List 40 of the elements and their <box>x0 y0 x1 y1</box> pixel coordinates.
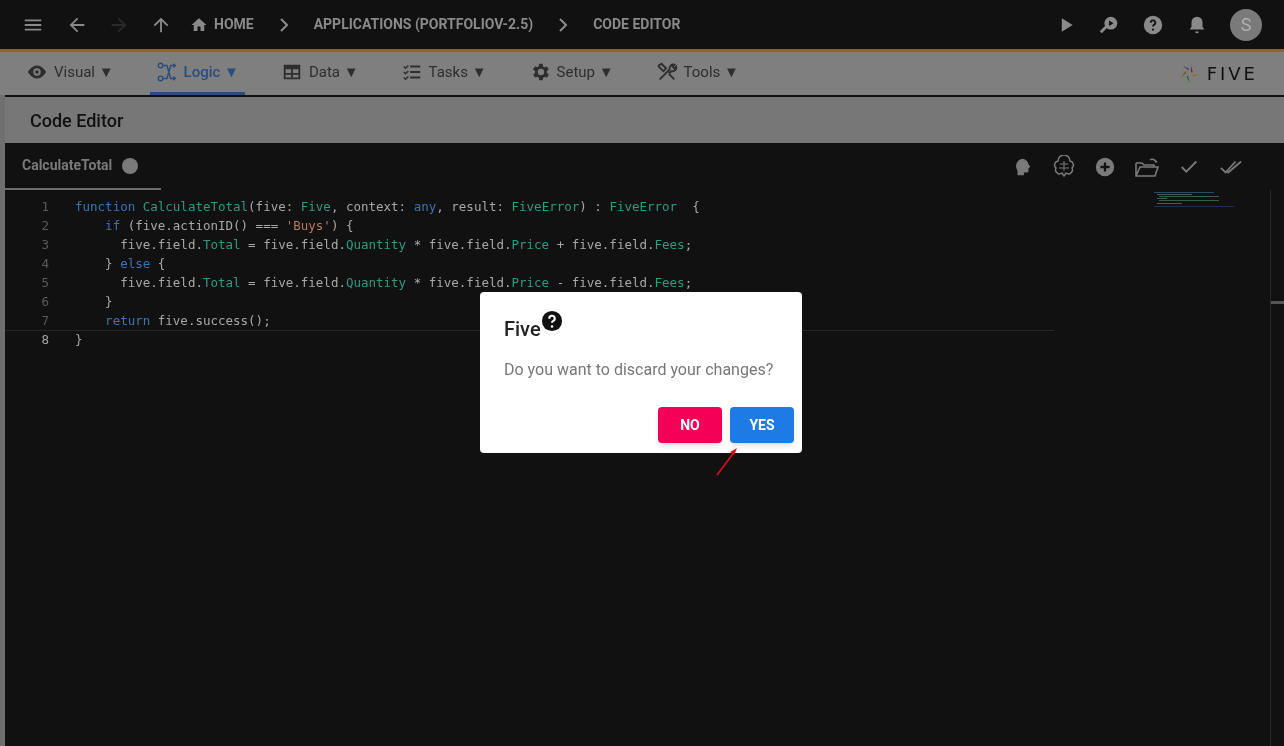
dialog-message: Do you want to discard your changes? <box>504 359 775 381</box>
code-line: } else { <box>104 255 166 274</box>
line-number: 4 <box>40 255 49 274</box>
code-line: five.field.Total = five.field.Quantity * five.field.Price - five.field.Fees; <box>119 274 693 293</box>
no-button[interactable]: NO <box>658 407 722 443</box>
menu-tab[interactable]: Setup ▼ <box>522 52 620 95</box>
chevron-icon <box>279 17 288 32</box>
chevron-icon <box>559 17 568 32</box>
line-number: 8 <box>40 331 49 350</box>
code-line: } <box>75 331 83 350</box>
code-line: five.field.Total = five.field.Quantity * five.field.Price + five.field.Fees; <box>119 236 693 255</box>
yes-button[interactable]: YES <box>730 407 794 443</box>
code-line: } <box>104 293 113 312</box>
menu-tab[interactable]: Tools ▼ <box>649 52 745 95</box>
brain-icon[interactable] <box>1052 154 1076 179</box>
menu-tab[interactable]: Data ▼ <box>274 52 365 95</box>
menu-tab[interactable]: Tasks ▼ <box>394 52 493 95</box>
editor-tab[interactable]: CalculateTotal <box>5 143 161 190</box>
breadcrumb-link[interactable]: CODE EDITOR <box>593 14 681 35</box>
breadcrumb-link[interactable]: HOME <box>190 14 254 35</box>
line-number: 3 <box>40 236 49 255</box>
line-number: 1 <box>40 198 49 217</box>
menu-tab[interactable]: Visual ▼ <box>20 52 120 95</box>
code-line: return five.success(); <box>104 311 271 330</box>
dialog-title: Five <box>504 316 541 343</box>
page-title: Code Editor <box>30 108 124 133</box>
tools-icon <box>655 61 678 83</box>
line-number: 7 <box>40 311 49 330</box>
line-number: 5 <box>40 274 49 293</box>
code-line: function CalculateTotal(five: Five, context: any, result: FiveError) : FiveError { <box>75 198 700 217</box>
code-line: if (five.actionID() === 'Buys') { <box>104 217 354 236</box>
scrollbar[interactable] <box>1270 190 1284 746</box>
pointer-arrow <box>715 446 739 476</box>
line-number: 2 <box>40 217 49 236</box>
breadcrumb-link[interactable]: APPLICATIONS (PORTFOLIOV-2.5) <box>313 14 534 35</box>
line-number: 6 <box>40 293 49 312</box>
logo-text: FIVE <box>1206 62 1258 86</box>
help-icon[interactable] <box>540 310 563 332</box>
add-icon[interactable] <box>1094 155 1116 178</box>
logic-icon <box>155 61 178 83</box>
